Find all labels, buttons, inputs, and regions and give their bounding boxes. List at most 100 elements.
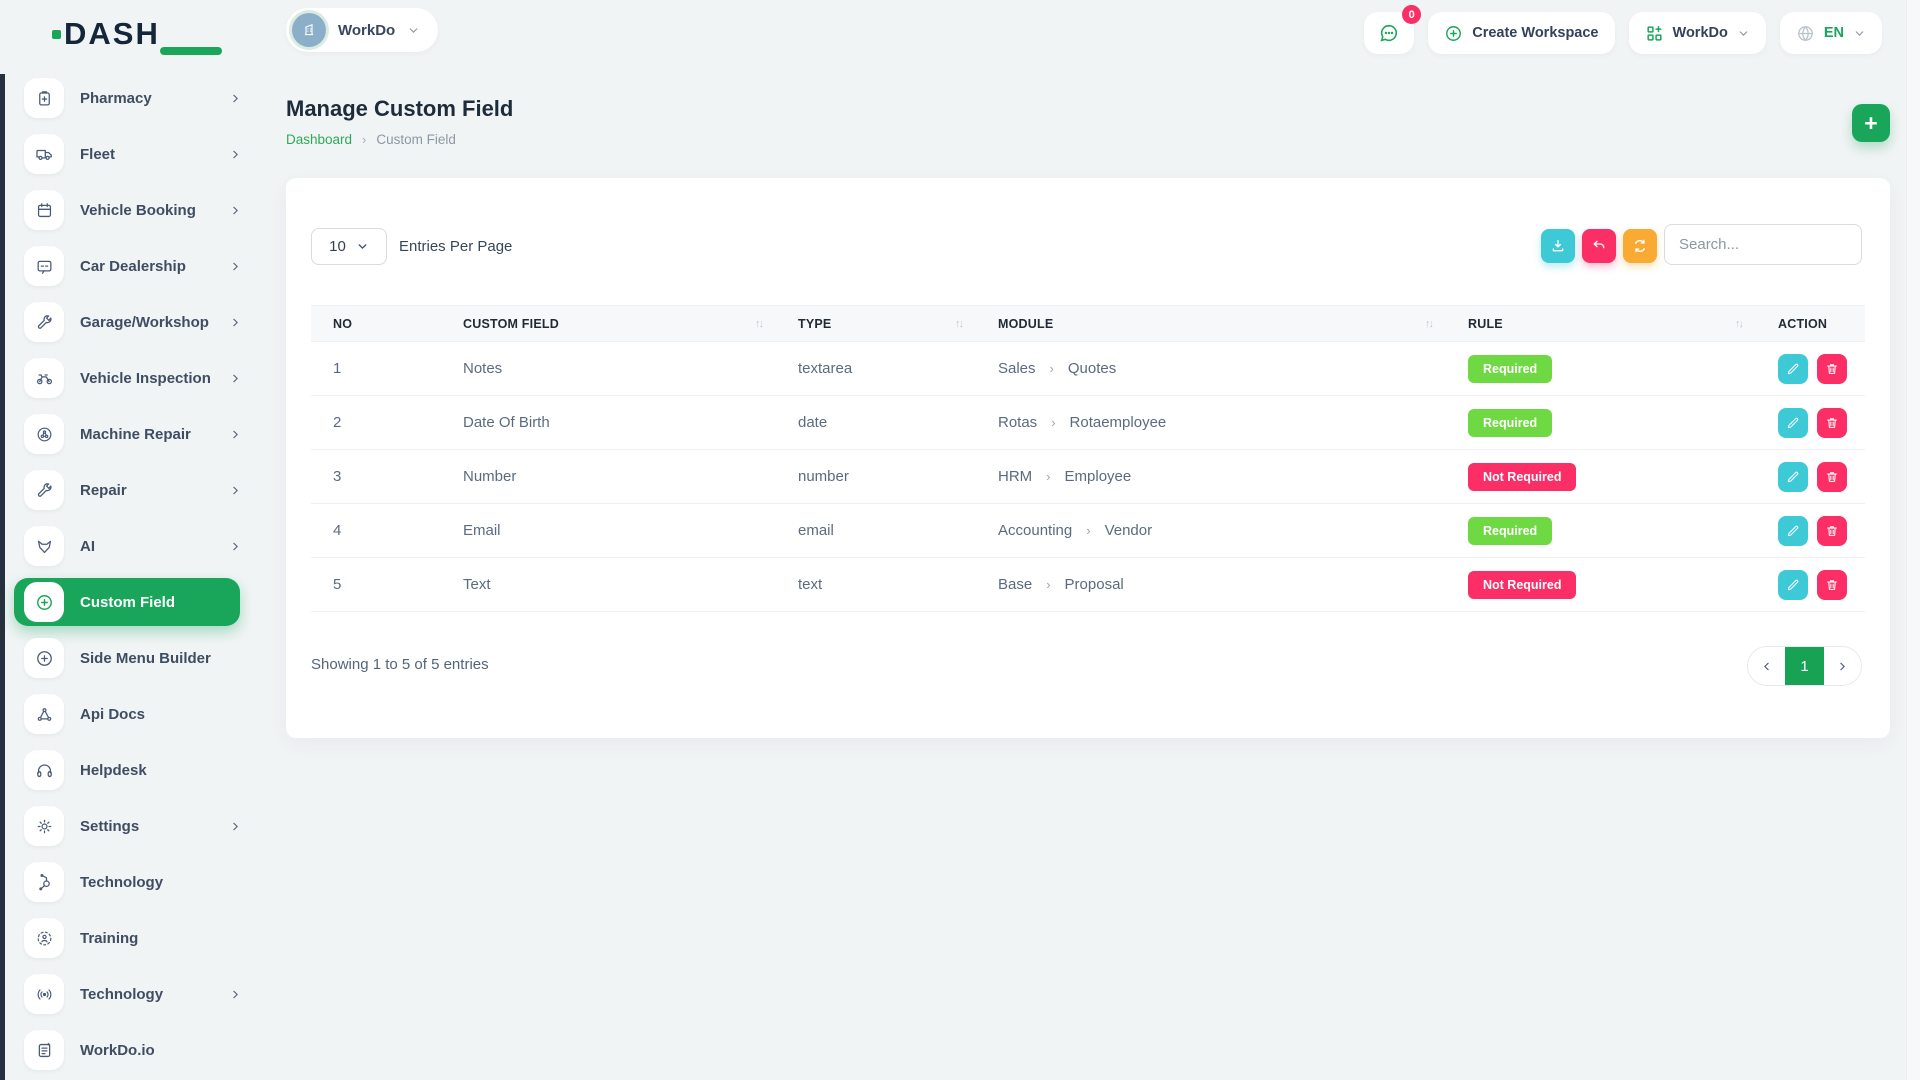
plus-circle-icon [24, 582, 64, 622]
language-selector[interactable]: EN [1780, 12, 1882, 54]
edit-button[interactable] [1778, 408, 1808, 438]
column-header-type[interactable]: TYPE↑↓ [776, 306, 976, 342]
refresh-button[interactable] [1623, 229, 1657, 263]
sidebar-item-technology-2[interactable]: Technology [0, 966, 258, 1022]
sidebar-item-fleet[interactable]: Fleet [0, 126, 258, 182]
download-icon [1550, 238, 1566, 254]
sidebar-item-helpdesk[interactable]: Helpdesk [0, 742, 258, 798]
chevron-down-icon [1737, 27, 1750, 40]
cell-rule: Required [1446, 342, 1756, 396]
wrench-icon [24, 302, 64, 342]
pagination-next-button[interactable] [1824, 647, 1861, 685]
sidebar-item-pharmacy[interactable]: Pharmacy [0, 70, 258, 126]
dash-logo[interactable]: DASH [64, 16, 160, 52]
sidebar-item-repair[interactable]: Repair [0, 462, 258, 518]
page: DASH WorkDo 0 Create Workspace WorkDo [0, 0, 1920, 1080]
sidebar-item-vehicle-inspection[interactable]: Vehicle Inspection [0, 350, 258, 406]
sidebar-item-label: Technology [80, 874, 242, 891]
messages-badge: 0 [1402, 5, 1421, 24]
column-header-no[interactable]: NO [311, 306, 441, 342]
breadcrumb-dashboard-link[interactable]: Dashboard [286, 132, 352, 147]
table-header-row: NO CUSTOM FIELD↑↓ TYPE↑↓ MODULE↑↓ RULE↑↓… [311, 306, 1865, 342]
delete-button[interactable] [1817, 462, 1847, 492]
edit-button[interactable] [1778, 516, 1808, 546]
sidebar-item-vehicle-booking[interactable]: Vehicle Booking [0, 182, 258, 238]
chevron-down-icon [356, 240, 369, 253]
sort-icon[interactable]: ↑↓ [1735, 318, 1742, 330]
delete-button[interactable] [1817, 516, 1847, 546]
delete-button[interactable] [1817, 570, 1847, 600]
edit-button[interactable] [1778, 354, 1808, 384]
sidebar-item-side-menu-builder[interactable]: Side Menu Builder [0, 630, 258, 686]
app-switcher-button[interactable]: WorkDo [1629, 12, 1766, 54]
export-download-button[interactable] [1541, 229, 1575, 263]
page-title: Manage Custom Field [286, 96, 513, 122]
pagination-page-1[interactable]: 1 [1785, 647, 1824, 685]
sidebar-item-settings[interactable]: Settings [0, 798, 258, 854]
sidebar-item-label: Vehicle Inspection [80, 370, 229, 387]
sort-icon[interactable]: ↑↓ [755, 318, 762, 330]
cell-no: 5 [311, 558, 441, 612]
undo-button[interactable] [1582, 229, 1616, 263]
workspace-avatar [292, 13, 326, 47]
delete-button[interactable] [1817, 408, 1847, 438]
create-workspace-button[interactable]: Create Workspace [1428, 12, 1614, 54]
sidebar-item-technology[interactable]: Technology [0, 854, 258, 910]
edit-button[interactable] [1778, 462, 1808, 492]
column-header-custom-field[interactable]: CUSTOM FIELD↑↓ [441, 306, 776, 342]
column-header-rule[interactable]: RULE↑↓ [1446, 306, 1756, 342]
cell-rule: Required [1446, 396, 1756, 450]
sidebar-item-machine-repair[interactable]: Machine Repair [0, 406, 258, 462]
sidebar-item-custom-field[interactable]: Custom Field [14, 578, 240, 626]
sort-icon[interactable]: ↑↓ [955, 318, 962, 330]
sidebar-item-api-docs[interactable]: Api Docs [0, 686, 258, 742]
search-input[interactable] [1664, 224, 1862, 265]
sort-icon[interactable]: ↑↓ [1425, 318, 1432, 330]
edit-button[interactable] [1778, 570, 1808, 600]
sidebar-item-label: Custom Field [80, 594, 226, 611]
rule-badge: Not Required [1468, 571, 1576, 599]
sidebar-item-garage-workshop[interactable]: Garage/Workshop [0, 294, 258, 350]
cell-no: 1 [311, 342, 441, 396]
breadcrumb-separator: › [362, 132, 366, 147]
create-workspace-label: Create Workspace [1472, 25, 1598, 41]
entries-per-page-select[interactable]: 10 [311, 228, 387, 265]
chat-bubble-icon [1378, 22, 1400, 44]
delete-button[interactable] [1817, 354, 1847, 384]
globe-icon [1796, 24, 1815, 43]
cell-action [1756, 504, 1865, 558]
sidebar-item-label: Car Dealership [80, 258, 229, 275]
workspace-switcher[interactable]: WorkDo [286, 8, 438, 52]
chevron-right-icon [1836, 660, 1849, 673]
messages-button[interactable]: 0 [1364, 12, 1414, 54]
gear-icon [24, 806, 64, 846]
pencil-icon [1786, 578, 1800, 592]
trash-icon [1825, 524, 1839, 538]
language-code: EN [1824, 25, 1844, 41]
cell-module: Accounting›Vendor [976, 504, 1446, 558]
cell-module: Base›Proposal [976, 558, 1446, 612]
add-custom-field-button[interactable]: + [1852, 104, 1890, 142]
sidebar-item-training[interactable]: Training [0, 910, 258, 966]
cell-type: textarea [776, 342, 976, 396]
cell-rule: Not Required [1446, 558, 1756, 612]
plus-icon: + [1864, 110, 1877, 137]
sidebar-item-car-dealership[interactable]: Car Dealership [0, 238, 258, 294]
sidebar-item-ai[interactable]: AI [0, 518, 258, 574]
pencil-icon [1786, 416, 1800, 430]
chevron-right-icon [229, 148, 242, 161]
column-header-module[interactable]: MODULE↑↓ [976, 306, 1446, 342]
pagination-prev-button[interactable] [1748, 647, 1785, 685]
app-switcher-label: WorkDo [1673, 25, 1728, 41]
table-row: 2 Date Of Birth date Rotas›Rotaemployee … [311, 396, 1865, 450]
chevron-right-icon [229, 820, 242, 833]
cell-action [1756, 342, 1865, 396]
sidebar-item-label: Repair [80, 482, 229, 499]
cell-rule: Required [1446, 504, 1756, 558]
pencil-icon [1786, 470, 1800, 484]
sidebar-item-workdo-io[interactable]: WorkDo.io [0, 1022, 258, 1078]
trash-icon [1825, 578, 1839, 592]
chevron-right-icon [229, 540, 242, 553]
chevron-right-icon [229, 988, 242, 1001]
page-scrollbar[interactable] [1906, 0, 1920, 1080]
